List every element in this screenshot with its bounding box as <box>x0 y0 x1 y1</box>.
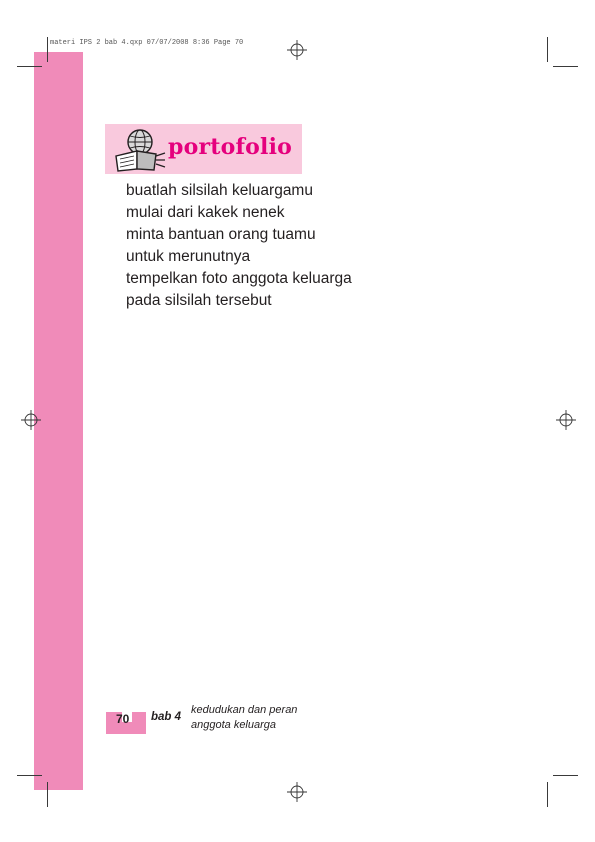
crop-mark <box>547 37 548 62</box>
registration-mark-bottom <box>287 782 307 802</box>
crop-mark <box>553 775 578 776</box>
instruction-line: mulai dari kakek nenek <box>126 204 285 221</box>
crop-mark <box>553 66 578 67</box>
chapter-label: bab 4 <box>151 711 182 723</box>
instruction-line: untuk merunutnya <box>126 248 251 265</box>
registration-mark-left <box>21 410 41 430</box>
instruction-line: buatlah silsilah keluargamu <box>126 182 313 199</box>
crop-mark <box>47 782 48 807</box>
book-globe-icon <box>110 126 166 172</box>
crop-mark <box>547 782 548 807</box>
portofolio-banner: portofolio <box>105 124 302 174</box>
instruction-line: pada silsilah tersebut <box>126 292 272 309</box>
chapter-title-line: kedudukan dan peran <box>191 704 298 716</box>
instruction-line: minta bantuan orang tuamu <box>126 226 316 243</box>
page-number: 70 <box>116 712 130 726</box>
instruction-line: tempelkan foto anggota keluarga <box>126 270 352 287</box>
portofolio-instructions: buatlah silsilah keluargamu mulai dari k… <box>126 180 352 312</box>
crop-mark <box>17 66 42 67</box>
print-slug: materi IPS 2 bab 4.qxp 07/07/2008 8:36 P… <box>50 39 244 47</box>
pink-margin-bar <box>34 52 83 790</box>
crop-mark <box>47 37 48 62</box>
registration-mark-right <box>556 410 576 430</box>
registration-mark-top <box>287 40 307 60</box>
chapter-title: kedudukan dan peran anggota keluarga <box>191 703 297 733</box>
chapter-title-line: anggota keluarga <box>191 719 277 731</box>
crop-mark <box>17 775 42 776</box>
section-title: portofolio <box>168 134 293 160</box>
